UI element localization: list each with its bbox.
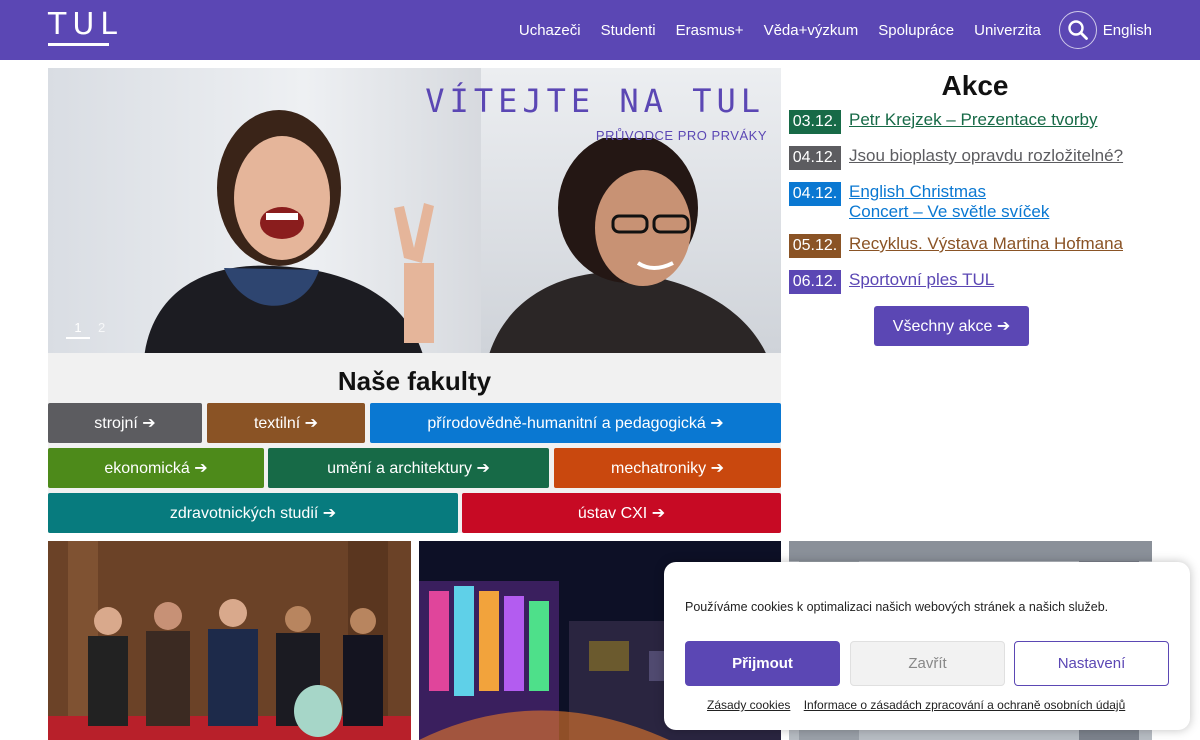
slide-dot-2[interactable]: 2: [94, 320, 110, 335]
faculty-umeni-button[interactable]: umění a architektury ➔: [268, 448, 549, 488]
faculties-title: Naše fakulty: [337, 366, 492, 396]
faculty-mechatroniky-button[interactable]: mechatroniky ➔: [554, 448, 781, 488]
cookie-links: Zásady cookies Informace o zásadách zpra…: [707, 698, 1135, 712]
event-link[interactable]: Recyklus. Výstava Martina Hofmana: [849, 234, 1123, 254]
slider-pager: 1 2: [66, 320, 110, 339]
event-date: 06.12.: [789, 270, 841, 294]
faculty-textilni-button[interactable]: textilní ➔: [207, 403, 365, 443]
logo-underline: [48, 43, 109, 46]
nav-uchazeci[interactable]: Uchazeči: [519, 22, 581, 39]
cookie-settings-button[interactable]: Nastavení: [1014, 641, 1169, 686]
hero-student-photo: [144, 110, 434, 353]
event-link[interactable]: Jsou bioplasty opravdu rozložitelné?: [849, 146, 1123, 166]
nav-studenti[interactable]: Studenti: [601, 22, 656, 39]
event-link[interactable]: English Christmas Concert – Ve světle sv…: [849, 182, 1049, 222]
faculty-ekonomicka-button[interactable]: ekonomická ➔: [48, 448, 264, 488]
event-date: 04.12.: [789, 182, 841, 206]
event-date: 03.12.: [789, 110, 841, 134]
news-image-ceremony[interactable]: [48, 541, 411, 740]
faculty-zdravotnicka-button[interactable]: zdravotnických studií ➔: [48, 493, 458, 533]
event-link-line1: English Christmas: [849, 182, 986, 201]
event-date: 05.12.: [789, 234, 841, 258]
cookie-message: Používáme cookies k optimalizaci našich …: [685, 600, 1109, 614]
nav-univerzita[interactable]: Univerzita: [974, 22, 1041, 39]
hero-headline: VÍTEJTE NA TUL: [425, 82, 765, 120]
search-icon: [1068, 20, 1088, 40]
cookie-accept-button[interactable]: Přijmout: [685, 641, 840, 686]
faculty-cxi-button[interactable]: ústav CXI ➔: [462, 493, 781, 533]
top-navigation-bar: TUL Uchazeči Studenti Erasmus+ Věda+výzk…: [0, 0, 1200, 60]
cookie-close-button[interactable]: Zavřít: [850, 641, 1005, 686]
cookie-consent-dialog: Používáme cookies k optimalizaci našich …: [664, 562, 1190, 730]
hero-slider[interactable]: VÍTEJTE NA TUL PRŮVODCE PRO PRVÁKY 1 2: [48, 68, 781, 353]
nav-veda-vyzkum[interactable]: Věda+výzkum: [764, 22, 859, 39]
faculty-prirodovedne-button[interactable]: přírodovědně-humanitní a pedagogická ➔: [370, 403, 781, 443]
hero-student2-photo: [489, 138, 766, 353]
event-link[interactable]: Petr Krejzek – Prezentace tvorby: [849, 110, 1098, 130]
privacy-policy-link[interactable]: Informace o zásadách zpracování a ochran…: [804, 698, 1126, 712]
ceremony-photo: [48, 541, 411, 740]
language-switch[interactable]: English: [1103, 22, 1152, 39]
main-nav: Uchazeči Studenti Erasmus+ Věda+výzkum S…: [499, 0, 1152, 60]
events-title: Akce: [941, 70, 1009, 101]
cookie-policy-link[interactable]: Zásady cookies: [707, 698, 790, 712]
event-link-line2: Concert – Ve světle svíček: [849, 202, 1050, 221]
nav-spoluprace[interactable]: Spolupráce: [878, 22, 954, 39]
event-link[interactable]: Sportovní ples TUL: [849, 270, 994, 290]
slide-dot-1[interactable]: 1: [66, 320, 90, 339]
event-date: 04.12.: [789, 146, 841, 170]
search-button[interactable]: [1058, 11, 1097, 49]
nav-erasmus[interactable]: Erasmus+: [676, 22, 744, 39]
tul-logo[interactable]: TUL: [48, 7, 123, 46]
logo-text: TUL: [48, 7, 123, 42]
faculty-strojni-button[interactable]: strojní ➔: [48, 403, 202, 443]
all-events-button[interactable]: Všechny akce ➔: [874, 306, 1029, 346]
hero-subline: PRŮVODCE PRO PRVÁKY: [595, 128, 767, 143]
